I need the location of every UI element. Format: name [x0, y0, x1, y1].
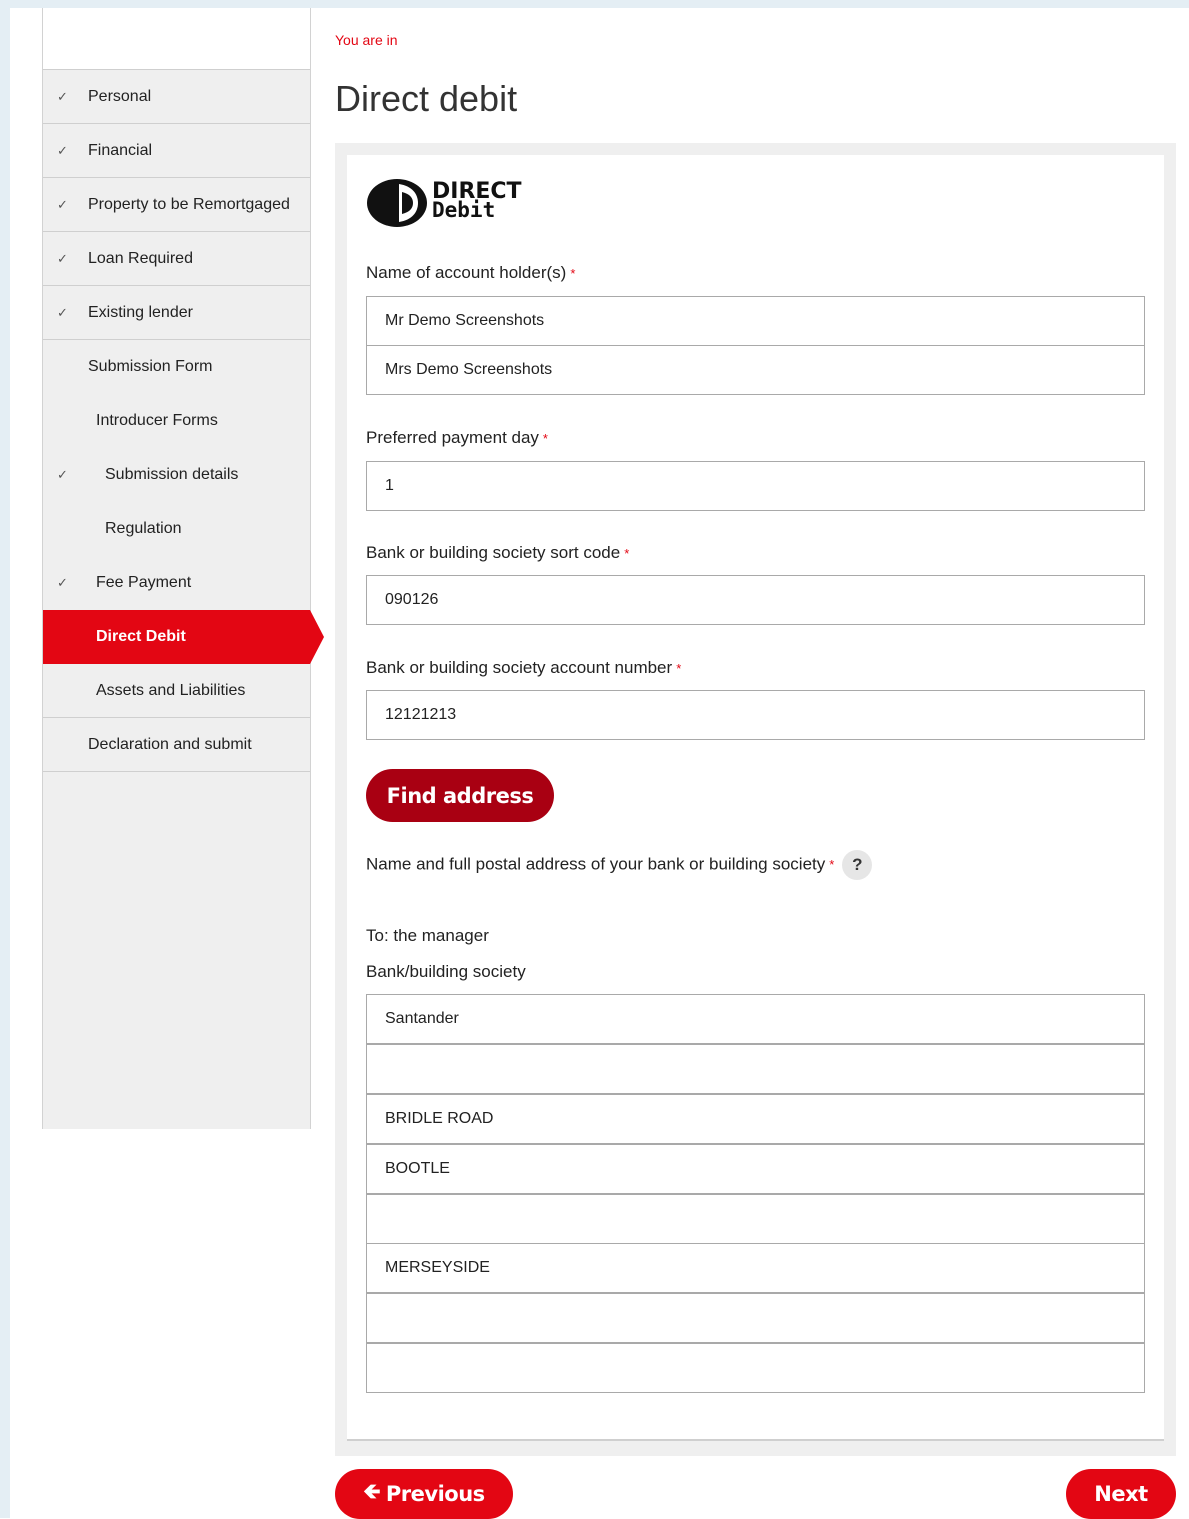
breadcrumb: You are in: [335, 32, 398, 48]
sidebar-item-label: Declaration and submit: [88, 735, 252, 753]
sidebar-header: [43, 8, 310, 70]
bank-address-line-1-input[interactable]: [366, 1044, 1145, 1094]
required-mark: *: [542, 431, 548, 446]
label-text: Name of account holder(s): [366, 263, 567, 282]
check-icon: ✓: [57, 467, 68, 482]
sidebar-item-label: Existing lender: [88, 303, 193, 321]
logo-text-debit: Debit: [432, 198, 496, 222]
sidebar-item-introducer-forms[interactable]: Introducer Forms: [43, 394, 310, 448]
bank-address-label: Name and full postal address of your ban…: [366, 850, 873, 880]
sidebar-item-submission-details[interactable]: ✓ Submission details: [43, 448, 310, 502]
to-manager-text: To: the manager: [366, 926, 489, 945]
label-text: Preferred payment day: [366, 428, 539, 447]
sidebar-item-label: Direct Debit: [96, 628, 186, 645]
bank-address-line-4-input[interactable]: [366, 1194, 1145, 1244]
find-address-button[interactable]: Find address: [366, 769, 554, 822]
next-button[interactable]: Next: [1066, 1469, 1176, 1519]
account-number-input[interactable]: [366, 690, 1145, 740]
sort-code-input[interactable]: [366, 575, 1145, 625]
bank-address-line-5-input[interactable]: [366, 1243, 1145, 1293]
sidebar-item-label: Regulation: [105, 520, 182, 537]
check-icon: ✓: [57, 304, 68, 320]
payment-day-label: Preferred payment day *: [366, 428, 548, 448]
required-mark: *: [624, 546, 630, 561]
check-icon: ✓: [57, 88, 68, 104]
sort-code-label: Bank or building society sort code *: [366, 543, 629, 563]
previous-button[interactable]: 🡸 Previous: [335, 1469, 513, 1519]
direct-debit-logo-icon: [367, 179, 427, 227]
account-holder-2-input[interactable]: [366, 345, 1145, 395]
arrow-left-icon: 🡸: [363, 1478, 380, 1503]
required-mark: *: [676, 661, 682, 676]
sidebar-item-personal[interactable]: ✓ Personal: [43, 70, 310, 124]
bank-postcode-input[interactable]: [366, 1343, 1145, 1393]
sidebar-nav: ✓ Personal ✓ Financial ✓ Property to be …: [42, 8, 324, 1129]
bank-address-line-3-input[interactable]: [366, 1144, 1145, 1194]
sidebar-item-label: Property to be Remortgaged: [88, 195, 290, 213]
direct-debit-logo: DIRECT Debit: [366, 178, 546, 228]
label-text: Bank or building society sort code: [366, 543, 621, 562]
check-icon: ✓: [57, 250, 68, 266]
required-mark: *: [829, 857, 835, 873]
previous-button-label: Previous: [385, 1482, 485, 1506]
window-frame-top: [0, 0, 1189, 8]
window-frame-left: [0, 0, 10, 1518]
check-icon: ✓: [57, 196, 68, 212]
help-icon[interactable]: ?: [842, 850, 873, 880]
sidebar-item-fee-payment[interactable]: ✓ Fee Payment: [43, 556, 310, 610]
sidebar-item-label: Loan Required: [88, 249, 193, 267]
sidebar-item-regulation[interactable]: Regulation: [43, 502, 310, 556]
sidebar-item-label: Personal: [88, 87, 152, 105]
bank-name-input[interactable]: [366, 994, 1145, 1044]
account-holder-label: Name of account holder(s) *: [366, 263, 575, 283]
check-icon: ✓: [57, 142, 68, 158]
bank-address-line-2-input[interactable]: [366, 1094, 1145, 1144]
sidebar-item-existing-lender[interactable]: ✓ Existing lender: [43, 286, 310, 340]
sidebar-item-label: Fee Payment: [96, 574, 192, 591]
sidebar-item-label: Submission Form: [88, 358, 213, 375]
account-number-label: Bank or building society account number *: [366, 658, 681, 678]
sidebar-item-assets-liabilities[interactable]: Assets and Liabilities: [43, 664, 310, 718]
page-title: Direct debit: [335, 78, 518, 119]
sidebar-item-submission-form[interactable]: Submission Form: [43, 340, 310, 394]
sidebar-item-financial[interactable]: ✓ Financial: [43, 124, 310, 178]
bank-label: Bank/building society: [366, 962, 526, 981]
account-holder-1-input[interactable]: [366, 296, 1145, 346]
sidebar-item-declaration[interactable]: Declaration and submit: [43, 718, 310, 772]
sidebar-item-label: Financial: [88, 141, 153, 159]
sidebar-item-label: Introducer Forms: [96, 412, 218, 429]
required-mark: *: [570, 266, 576, 281]
check-icon: ✓: [57, 575, 68, 590]
bank-address-line-6-input[interactable]: [366, 1293, 1145, 1343]
sidebar-item-property[interactable]: ✓ Property to be Remortgaged: [43, 178, 310, 232]
sidebar-item-label: Submission details: [105, 466, 239, 483]
label-text: Bank or building society account number: [366, 658, 673, 677]
sidebar-item-loan-required[interactable]: ✓ Loan Required: [43, 232, 310, 286]
label-text: Name and full postal address of your ban…: [366, 854, 826, 874]
sidebar-item-label: Assets and Liabilities: [96, 681, 246, 699]
payment-day-input[interactable]: [366, 461, 1145, 511]
sidebar-item-direct-debit[interactable]: Direct Debit: [43, 610, 324, 664]
